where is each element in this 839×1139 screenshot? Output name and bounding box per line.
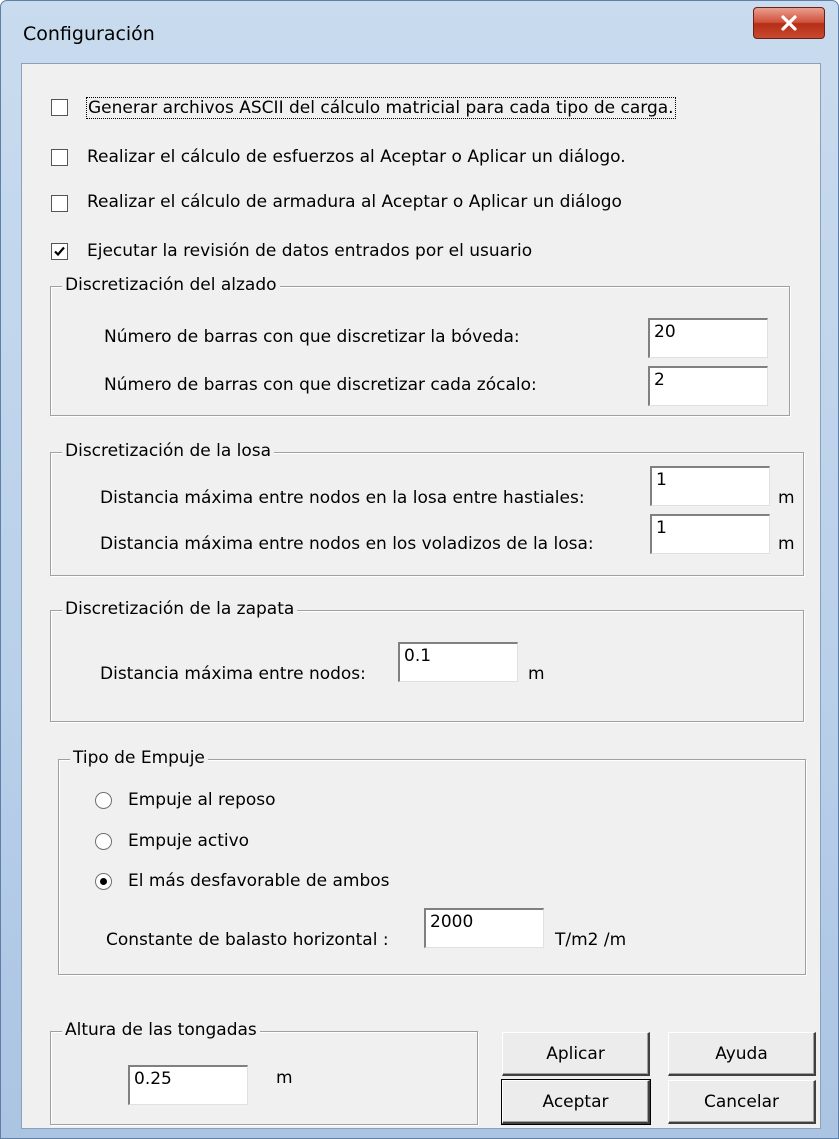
balasto-label: Constante de balasto horizontal : bbox=[106, 930, 389, 950]
losa-group-title: Discretización de la losa bbox=[62, 441, 275, 461]
boveda-input[interactable]: 20 bbox=[648, 318, 768, 358]
voladizos-label: Distancia máxima entre nodos en los vola… bbox=[100, 534, 594, 554]
tongadas-input[interactable]: 0.25 bbox=[128, 1065, 248, 1105]
tongadas-group bbox=[50, 1031, 478, 1125]
esfuerzos-checkbox[interactable] bbox=[51, 149, 68, 166]
empuje-activo-label: Empuje activo bbox=[128, 831, 250, 851]
tongadas-group-title: Altura de las tongadas bbox=[62, 1020, 260, 1040]
voladizos-input[interactable]: 1 bbox=[650, 514, 770, 554]
cancelar-button[interactable]: Cancelar bbox=[668, 1080, 816, 1124]
close-button[interactable] bbox=[753, 7, 825, 39]
boveda-label: Número de barras con que discretizar la … bbox=[104, 327, 520, 347]
window-title: Configuración bbox=[23, 23, 155, 45]
armadura-checkbox[interactable] bbox=[51, 195, 68, 212]
armadura-label: Realizar el cálculo de armadura al Acept… bbox=[87, 192, 622, 212]
empuje-desfavorable-label: El más desfavorable de ambos bbox=[128, 871, 390, 891]
empuje-reposo-radio[interactable] bbox=[95, 792, 112, 809]
hastiales-label: Distancia máxima entre nodos en la losa … bbox=[100, 488, 585, 508]
zocalo-input[interactable]: 2 bbox=[648, 366, 768, 406]
empuje-reposo-label: Empuje al reposo bbox=[128, 790, 276, 810]
empuje-group-title: Tipo de Empuje bbox=[70, 748, 208, 768]
ayuda-button[interactable]: Ayuda bbox=[668, 1032, 816, 1076]
esfuerzos-label: Realizar el cálculo de esfuerzos al Acep… bbox=[87, 147, 626, 167]
empuje-desfavorable-radio[interactable] bbox=[95, 873, 112, 890]
close-icon bbox=[781, 15, 797, 31]
zocalo-label: Número de barras con que discretizar cad… bbox=[104, 375, 537, 395]
zapata-nodos-unit: m bbox=[528, 664, 545, 684]
zapata-nodos-input[interactable]: 0.1 bbox=[398, 642, 518, 682]
aplicar-button[interactable]: Aplicar bbox=[502, 1032, 650, 1076]
hastiales-unit: m bbox=[778, 488, 795, 508]
dialog-window: Configuración Generar archivos ASCII del… bbox=[0, 0, 839, 1139]
tongadas-unit: m bbox=[276, 1068, 293, 1088]
dialog-client-area: Generar archivos ASCII del cálculo matri… bbox=[21, 63, 821, 1129]
ascii-checkbox[interactable] bbox=[51, 99, 68, 116]
voladizos-unit: m bbox=[778, 534, 795, 554]
checkmark-icon bbox=[54, 246, 65, 257]
revision-checkbox[interactable] bbox=[51, 243, 68, 260]
aceptar-button[interactable]: Aceptar bbox=[501, 1079, 651, 1125]
balasto-unit: T/m2 /m bbox=[555, 930, 627, 950]
zapata-group-title: Discretización de la zapata bbox=[62, 599, 298, 619]
balasto-input[interactable]: 2000 bbox=[424, 908, 544, 948]
revision-label: Ejecutar la revisión de datos entrados p… bbox=[87, 241, 533, 261]
radio-dot bbox=[100, 878, 107, 885]
ascii-label: Generar archivos ASCII del cálculo matri… bbox=[86, 97, 676, 119]
empuje-activo-radio[interactable] bbox=[95, 833, 112, 850]
hastiales-input[interactable]: 1 bbox=[650, 466, 770, 506]
alzado-group-title: Discretización del alzado bbox=[62, 275, 280, 295]
zapata-nodos-label: Distancia máxima entre nodos: bbox=[100, 664, 366, 684]
